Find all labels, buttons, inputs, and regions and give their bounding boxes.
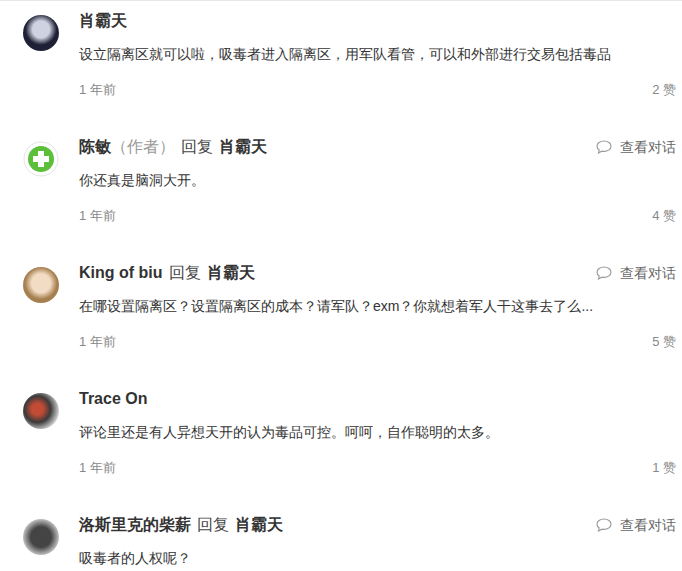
comment-item: Trace On 评论里还是有人异想天开的认为毒品可控。呵呵，自作聪明的太多。 … (0, 379, 682, 505)
comment-time: 1 年前 (79, 457, 116, 479)
avatar-icon[interactable] (23, 519, 59, 555)
view-conversation-button[interactable]: 查看对话 (596, 262, 676, 284)
author-tag: （作者） (111, 136, 175, 158)
comment-list: 肖霸天 设立隔离区就可以啦，吸毒者进入隔离区，用军队看管，可以和外部进行交易包括… (0, 0, 682, 571)
author-name[interactable]: Trace On (79, 388, 147, 410)
view-conversation-button[interactable]: 查看对话 (596, 136, 676, 158)
view-conversation-button[interactable]: 查看对话 (596, 514, 676, 536)
reply-label: 回复 (169, 262, 201, 284)
comment-item: King of biu 回复 肖霸天 查看对话 在哪设置隔离区？设置隔离区的成本… (0, 253, 682, 379)
like-count[interactable]: 5 赞 (652, 331, 676, 353)
plus-avatar-icon (23, 141, 59, 177)
avatar-icon[interactable] (23, 267, 59, 303)
author-name[interactable]: King of biu (79, 262, 163, 284)
comment-text: 你还真是脑洞大开。 (79, 169, 676, 191)
comment-item: 陈敏 （作者） 回复 肖霸天 查看对话 你还真是脑洞大开。 1 年前 4 赞 (0, 127, 682, 253)
author-name[interactable]: 肖霸天 (79, 10, 127, 32)
avatar-icon[interactable] (23, 393, 59, 429)
like-count[interactable]: 2 赞 (652, 79, 676, 101)
like-count[interactable]: 4 赞 (652, 205, 676, 227)
reply-label: 回复 (181, 136, 213, 158)
reply-to-name[interactable]: 肖霸天 (235, 514, 283, 536)
comment-item: 洛斯里克的柴薪 回复 肖霸天 查看对话 吸毒者的人权呢？ (0, 505, 682, 571)
like-count[interactable]: 1 赞 (652, 457, 676, 479)
avatar-icon[interactable] (23, 141, 59, 177)
speech-bubble-icon (596, 518, 612, 532)
comment-text: 评论里还是有人异想天开的认为毒品可控。呵呵，自作聪明的太多。 (79, 421, 676, 443)
comment-item: 肖霸天 设立隔离区就可以啦，吸毒者进入隔离区，用军队看管，可以和外部进行交易包括… (0, 1, 682, 127)
comment-text: 在哪设置隔离区？设置隔离区的成本？请军队？exm？你就想着军人干这事去了么... (79, 295, 676, 317)
speech-bubble-icon (596, 266, 612, 280)
reply-to-name[interactable]: 肖霸天 (207, 262, 255, 284)
comment-text: 吸毒者的人权呢？ (79, 547, 676, 569)
reply-to-name[interactable]: 肖霸天 (219, 136, 267, 158)
comment-text: 设立隔离区就可以啦，吸毒者进入隔离区，用军队看管，可以和外部进行交易包括毒品 (79, 43, 676, 65)
author-name[interactable]: 洛斯里克的柴薪 (79, 514, 191, 536)
avatar-icon[interactable] (23, 15, 59, 51)
speech-bubble-icon (596, 140, 612, 154)
comment-time: 1 年前 (79, 205, 116, 227)
comment-time: 1 年前 (79, 79, 116, 101)
comment-time: 1 年前 (79, 331, 116, 353)
author-name[interactable]: 陈敏 (79, 136, 111, 158)
reply-label: 回复 (197, 514, 229, 536)
